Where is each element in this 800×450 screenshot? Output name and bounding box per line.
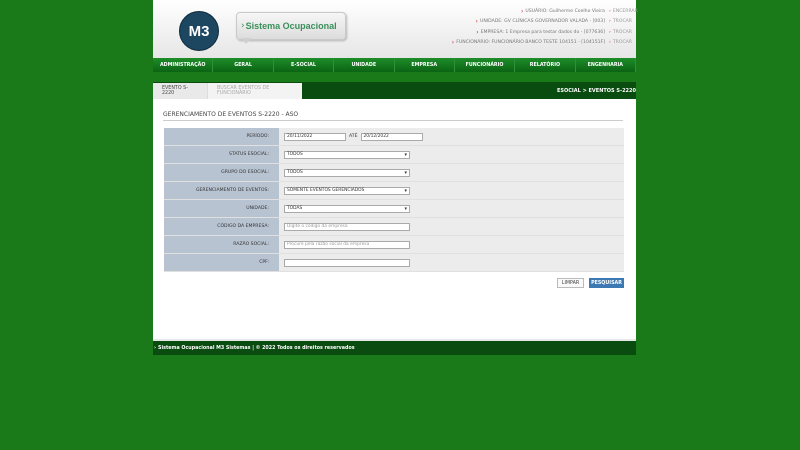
banner-tail <box>241 38 251 44</box>
product-banner: › Sistema Ocupacional <box>236 12 346 40</box>
unidade-label: UNIDADE: GV CLÍNICAS GOVERNADOR VALADA -… <box>479 19 605 25</box>
tab-evento-s2220[interactable]: EVENTO S-2220 <box>153 83 207 99</box>
grupo-label: GRUPO DO ESOCIAL: <box>164 164 279 181</box>
periodo-from-input[interactable]: 20/11/2022 <box>284 132 346 141</box>
form-row-razao: RAZÃO SOCIAL: Procure pela razão social … <box>164 236 624 254</box>
product-name: Sistema Ocupacional <box>245 21 337 31</box>
arrow-icon: › <box>609 40 611 46</box>
sub-bar: EVENTO S-2220 BUSCAR EVENTOS DE FUNCIONÁ… <box>153 72 636 99</box>
codigo-label: CÓDIGO DA EMPRESA: <box>164 218 279 235</box>
nav-empresa[interactable]: EMPRESA <box>394 58 455 72</box>
razao-label: RAZÃO SOCIAL: <box>164 236 279 253</box>
arrow-icon: › <box>609 29 611 35</box>
trocar-funcionario-link[interactable]: › TROCAR <box>609 40 635 45</box>
cpf-label: CPF: <box>164 254 279 271</box>
funcionario-label: FUNCIONÁRIO: FUNCIONÁRIO BANCO TESTE 104… <box>456 40 605 46</box>
form-row-unidade: UNIDADE: TODAS ▾ <box>164 200 624 218</box>
gerenciamento-label: GERENCIAMENTO DE EVENTOS: <box>164 182 279 199</box>
status-select[interactable]: TODOS ▾ <box>284 150 410 159</box>
codigo-value: Digite o código da empresa <box>279 218 624 235</box>
status-label: STATUS ESOCIAL: <box>164 146 279 163</box>
cpf-value <box>279 254 624 271</box>
arrow-icon: › <box>520 7 524 15</box>
chevron-down-icon: ▾ <box>404 169 407 176</box>
gerenciamento-value: SOMENTE EVENTOS GERENCIADOS ▾ <box>279 182 624 199</box>
chevron-down-icon: ▾ <box>404 205 407 212</box>
form-actions: LIMPAR PESQUISAR <box>557 278 624 288</box>
app-frame: M3 › Sistema Ocupacional › USUÁRIO: Guil… <box>153 0 638 355</box>
nav-engenharia[interactable]: ENGENHARIA <box>575 58 636 72</box>
chevron-right-icon: › <box>241 21 245 31</box>
grupo-value: TODOS ▾ <box>279 164 624 181</box>
periodo-label: PERÍODO: <box>164 128 279 145</box>
unidade-value: TODAS ▾ <box>279 200 624 217</box>
trocar-empresa-link[interactable]: › TROCAR <box>609 30 635 35</box>
footer: › Sistema Ocupacional M3 Sistemas | © 20… <box>153 339 636 355</box>
user-info-panel: › USUÁRIO: Guilherme Coelho Vieira › ENCE… <box>443 6 638 49</box>
nav-unidade[interactable]: UNIDADE <box>334 58 395 72</box>
nav-geral[interactable]: GERAL <box>213 58 274 72</box>
status-selected: TODOS <box>287 152 303 157</box>
razao-value: Procure pela razão social da empresa <box>279 236 624 253</box>
pesquisar-button[interactable]: PESQUISAR <box>589 278 624 288</box>
periodo-to-input[interactable]: 20/12/2022 <box>360 132 423 141</box>
grupo-selected: TODOS <box>287 170 303 175</box>
empresa-label: EMPRESA: 1 Empresa para testar dados do … <box>480 29 605 35</box>
user-label: USUÁRIO: Guilherme Coelho Vieira <box>525 8 605 14</box>
arrow-icon: › <box>475 18 478 26</box>
form-row-codigo: CÓDIGO DA EMPRESA: Digite o código da em… <box>164 218 624 236</box>
encerrar-link[interactable]: › ENCERRAR <box>609 8 638 14</box>
arrow-icon: › <box>154 345 156 351</box>
nav-esocial[interactable]: E-SOCIAL <box>273 58 335 72</box>
unidade-selected: TODAS <box>287 206 303 211</box>
main-content: GERENCIAMENTO DE EVENTOS S-2220 - ASO PE… <box>153 99 636 339</box>
cpf-input[interactable] <box>284 258 410 267</box>
chevron-down-icon: ▾ <box>404 151 407 158</box>
filter-form: PERÍODO: 20/11/2022 ATÉ 20/12/2022 STATU… <box>164 128 624 272</box>
unidade-row: › UNIDADE: GV CLÍNICAS GOVERNADOR VALADA… <box>443 17 635 28</box>
form-row-gerenciamento: GERENCIAMENTO DE EVENTOS: SOMENTE EVENTO… <box>164 182 624 200</box>
m3-logo[interactable]: M3 <box>179 11 219 51</box>
tab-bar: EVENTO S-2220 BUSCAR EVENTOS DE FUNCIONÁ… <box>153 83 302 99</box>
form-row-grupo: GRUPO DO ESOCIAL: TODOS ▾ <box>164 164 624 182</box>
user-row: › USUÁRIO: Guilherme Coelho Vieira › ENCE… <box>443 6 638 17</box>
arrow-icon: › <box>609 19 611 25</box>
form-row-periodo: PERÍODO: 20/11/2022 ATÉ 20/12/2022 <box>164 128 624 146</box>
arrow-icon: › <box>451 39 455 47</box>
status-value: TODOS ▾ <box>279 146 624 163</box>
gerenciamento-select[interactable]: SOMENTE EVENTOS GERENCIADOS ▾ <box>284 186 410 195</box>
razao-input[interactable]: Procure pela razão social da empresa <box>284 240 410 249</box>
form-row-cpf: CPF: <box>164 254 624 272</box>
form-row-status: STATUS ESOCIAL: TODOS ▾ <box>164 146 624 164</box>
arrow-icon: › <box>476 28 479 36</box>
empresa-row: › EMPRESA: 1 Empresa para testar dados d… <box>443 27 635 38</box>
periodo-value: 20/11/2022 ATÉ 20/12/2022 <box>279 128 624 145</box>
ate-label: ATÉ <box>349 134 358 139</box>
tab-buscar-eventos[interactable]: BUSCAR EVENTOS DE FUNCIONÁRIO <box>207 83 302 99</box>
funcionario-row: › FUNCIONÁRIO: FUNCIONÁRIO BANCO TESTE 1… <box>443 38 635 49</box>
nav-funcionario[interactable]: FUNCIONÁRIO <box>454 58 516 72</box>
unidade-select[interactable]: TODAS ▾ <box>284 204 410 213</box>
grupo-select[interactable]: TODOS ▾ <box>284 168 410 177</box>
footer-text: Sistema Ocupacional M3 Sistemas | © 2022… <box>157 345 355 351</box>
trocar-unidade-link[interactable]: › TROCAR <box>609 19 635 24</box>
limpar-button[interactable]: LIMPAR <box>557 278 584 288</box>
page-title: GERENCIAMENTO DE EVENTOS S-2220 - ASO <box>163 111 623 121</box>
codigo-input[interactable]: Digite o código da empresa <box>284 222 410 231</box>
unidade-field-label: UNIDADE: <box>164 200 279 217</box>
gerenciamento-selected: SOMENTE EVENTOS GERENCIADOS <box>287 188 365 193</box>
nav-administracao[interactable]: ADMINISTRAÇÃO <box>153 58 214 72</box>
header: M3 › Sistema Ocupacional › USUÁRIO: Guil… <box>153 0 638 58</box>
main-nav: ADMINISTRAÇÃO GERAL E-SOCIAL UNIDADE EMP… <box>153 58 636 72</box>
nav-relatorio[interactable]: RELATÓRIO <box>515 58 576 72</box>
arrow-icon: › <box>609 8 611 14</box>
breadcrumb: ESOCIAL > EVENTOS S-2220 <box>556 88 636 94</box>
chevron-down-icon: ▾ <box>404 187 407 194</box>
